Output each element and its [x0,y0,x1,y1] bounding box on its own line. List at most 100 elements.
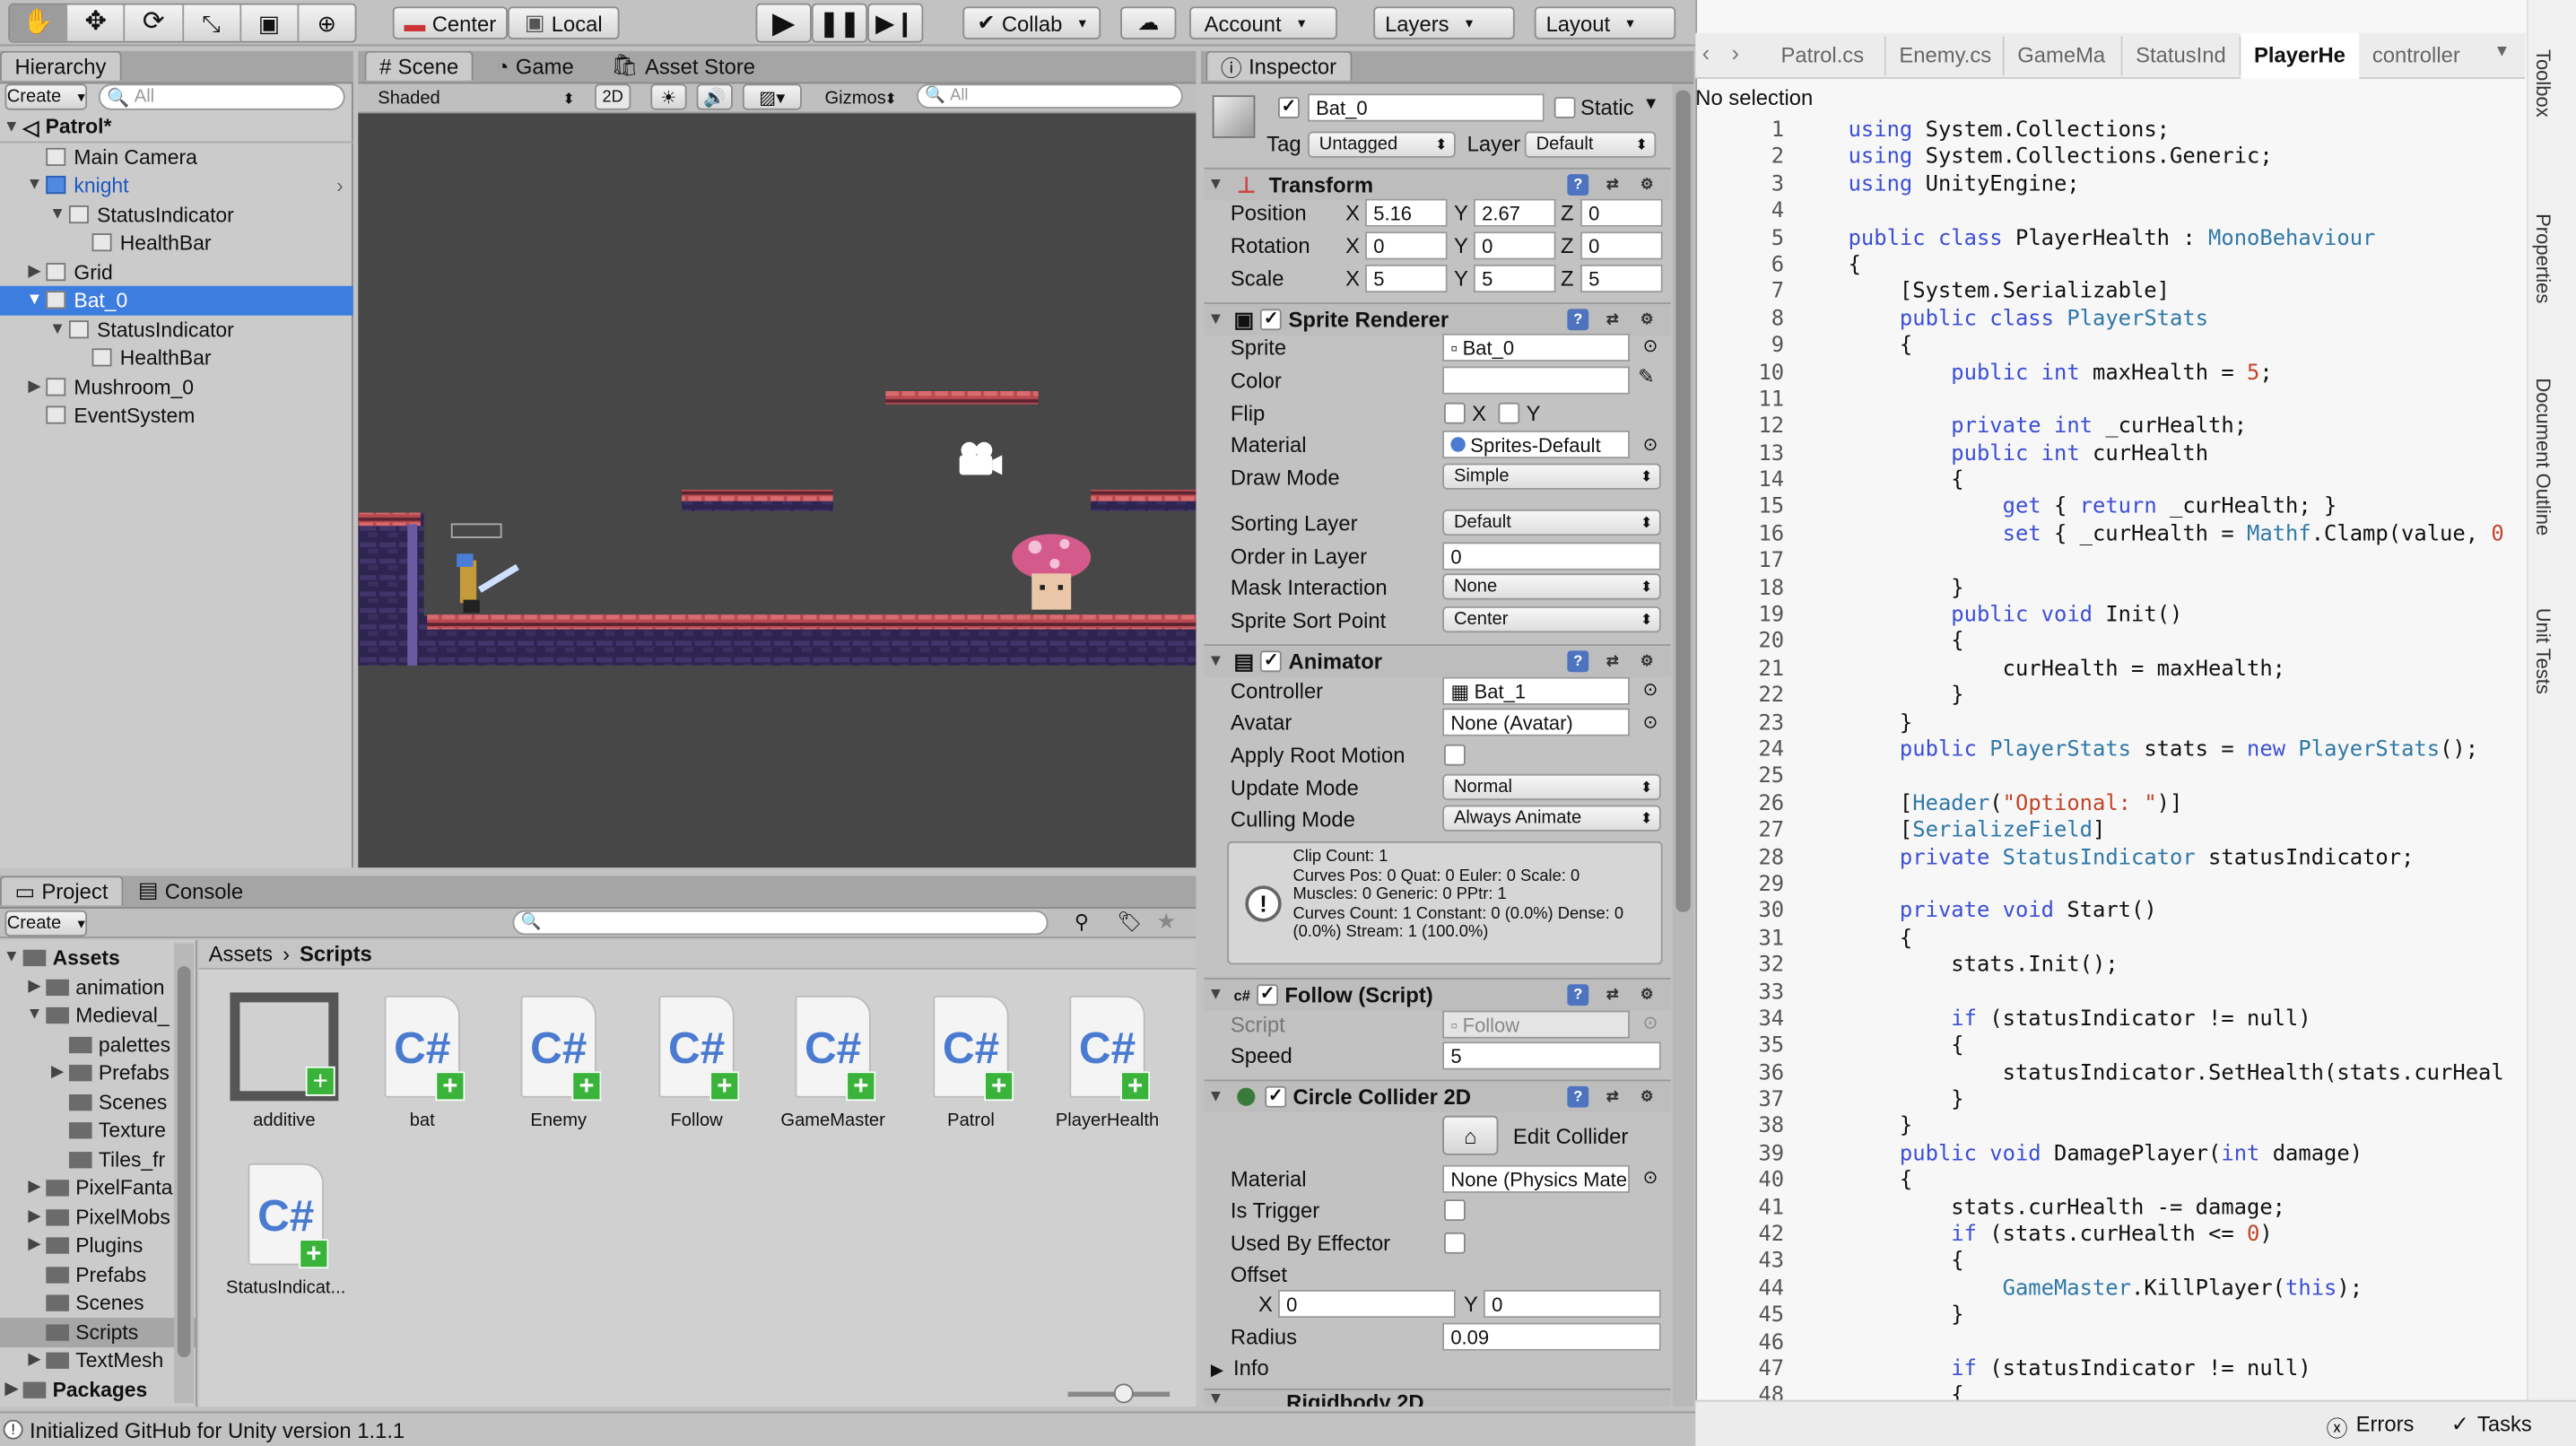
tab-hierarchy[interactable]: Hierarchy [0,50,121,81]
code-line[interactable]: 21 curHealth = maxHealth; [1758,657,2514,684]
asset-item[interactable]: + additive [219,992,351,1130]
breadcrumb-scripts[interactable]: Scripts [300,942,372,966]
help-icon[interactable]: ? [1567,1085,1589,1108]
code-line[interactable]: 8 public class PlayerStats [1758,307,2514,334]
code-line[interactable]: 24 public PlayerStats stats = new Player… [1758,737,2514,764]
code-line[interactable]: 27 [SerializeField] [1758,819,2514,846]
color-field[interactable] [1442,366,1630,395]
code-line[interactable]: 6{ [1758,253,2514,280]
enabled-checkbox[interactable]: ✓ [1260,309,1283,331]
help-icon[interactable]: ? [1567,309,1589,331]
preset-icon[interactable]: ⇄ [1602,1086,1623,1108]
pivot-local-button[interactable]: ▣ Local [507,6,620,39]
active-checkbox[interactable]: ✓ [1278,97,1300,118]
folder-row[interactable]: ▶ Packages [0,1375,196,1404]
code-line[interactable]: 9 { [1758,334,2514,361]
folder-row[interactable]: ▶ Prefabs [0,1058,196,1087]
tab-overflow-icon[interactable]: ▼ [2493,43,2510,61]
gear-icon[interactable]: ⚙ [1636,650,1658,672]
search-by-label-icon[interactable]: 🏷 [1118,910,1143,934]
scene-viewport[interactable] [358,113,1197,868]
tag-dropdown[interactable]: Untagged [1307,131,1456,158]
position-x-field[interactable]: 5.16 [1365,198,1448,227]
editor-tab[interactable]: Patrol.cs [1768,36,1886,76]
hierarchy-item[interactable]: HealthBar [0,229,353,257]
collab-button[interactable]: ✔ Collab [962,6,1101,39]
code-line[interactable]: 23 } [1758,710,2514,737]
hierarchy-item[interactable]: ▶ Mushroom_0 [0,373,353,402]
code-line[interactable]: 44 GameMaster.KillPlayer(this); [1758,1276,2514,1303]
sidebar-toolbox[interactable]: Toolbox [2532,49,2555,118]
lighting-toggle-icon[interactable]: ☀ [650,83,687,110]
info-foldout[interactable]: ▶ Info [1211,1355,1269,1380]
code-line[interactable]: 33 [1758,980,2514,1007]
asset-item[interactable]: C# + PlayerHealth [1041,996,1173,1130]
preset-icon[interactable]: ⇄ [1602,650,1623,672]
hierarchy-search-input[interactable]: 🔍 All [98,83,345,110]
culling-mode-dropdown[interactable]: Always Animate [1442,805,1661,832]
code-line[interactable]: 38 } [1758,1115,2514,1142]
code-line[interactable]: 46 [1758,1330,2514,1357]
code-line[interactable]: 28 private StatusIndicator statusIndicat… [1758,846,2514,873]
object-picker-icon[interactable]: ⊙ [1643,1167,1658,1188]
search-by-type-icon[interactable]: ⚲ [1075,910,1089,934]
hierarchy-item[interactable]: HealthBar [0,344,353,372]
account-dropdown[interactable]: Account [1189,6,1337,39]
rect-tool-icon[interactable]: ▣ [239,4,297,41]
pivot-center-button[interactable]: ▬ Center [392,6,508,39]
tab-inspector[interactable]: ⓘ Inspector [1205,50,1352,81]
used-by-effector-checkbox[interactable] [1444,1232,1466,1254]
object-picker-icon[interactable]: ⊙ [1643,434,1658,455]
help-icon[interactable]: ? [1567,650,1589,673]
sprite-field[interactable]: ▫ Bat_0 [1442,333,1630,362]
tasks-button[interactable]: ✓ Tasks [2451,1412,2532,1438]
code-line[interactable]: 2 using System.Collections.Generic; [1758,145,2514,172]
object-name-field[interactable]: Bat_0 [1307,93,1545,122]
rotation-x-field[interactable]: 0 [1365,231,1448,260]
mask-interaction-dropdown[interactable]: None [1442,573,1661,600]
folder-row[interactable]: palettes [0,1031,196,1059]
controller-field[interactable]: ▦ Bat_1 [1442,676,1630,705]
chevron-right-icon[interactable]: › [336,174,344,197]
hierarchy-item[interactable]: EventSystem [0,401,353,430]
folder-row[interactable]: ▼ Medieval_ [0,1001,196,1030]
code-line[interactable]: 17 [1758,549,2514,576]
tab-asset-store[interactable]: 🛍 Asset Store [598,51,769,81]
hierarchy-item[interactable]: ▼ StatusIndicator [0,200,353,229]
project-search-input[interactable]: 🔍 [512,910,1049,936]
effects-toggle-icon[interactable]: ▨▾ [742,83,802,110]
asset-item[interactable]: C# + Follow [631,996,762,1130]
transform-header[interactable]: ▼ ⊥ Transform? ⇄ ⚙ [1204,167,1671,201]
preset-icon[interactable]: ⇄ [1602,984,1623,1006]
gear-icon[interactable]: ⚙ [1636,174,1658,196]
step-button[interactable]: ▶❙ [867,3,924,43]
layout-dropdown[interactable]: Layout [1534,6,1676,39]
static-dropdown-icon[interactable]: ▼ [1643,95,1659,113]
speed-field[interactable]: 5 [1442,1041,1661,1070]
nav-forward-icon[interactable]: › [1732,39,1740,65]
collider-material-field[interactable]: None (Physics Mate [1442,1164,1630,1193]
2d-toggle[interactable]: 2D [595,83,631,110]
code-line[interactable]: 30 private void Start() [1758,900,2514,927]
tab-scene[interactable]: # Scene [364,50,474,81]
preset-icon[interactable]: ⇄ [1602,174,1623,196]
move-tool-icon[interactable]: ✥ [65,4,124,41]
material-field[interactable]: Sprites-Default [1442,430,1630,459]
cloud-button[interactable]: ☁ [1120,6,1177,39]
scale-y-field[interactable]: 5 [1473,264,1556,293]
update-mode-dropdown[interactable]: Normal [1442,773,1661,801]
layer-dropdown[interactable]: Default [1524,131,1657,158]
code-line[interactable]: 29 [1758,873,2514,900]
icon-size-slider[interactable] [1067,1383,1171,1404]
code-line[interactable]: 7 [System.Serializable] [1758,280,2514,307]
code-line[interactable]: 5 public class PlayerHealth : MonoBehavio… [1758,226,2514,253]
code-line[interactable]: 39 public void DamagePlayer(int damage) [1758,1142,2514,1169]
code-line[interactable]: 42 if (stats.curHealth <= 0) [1758,1223,2514,1250]
code-line[interactable]: 16 set { _curHealth = Mathf.Clamp(value,… [1758,522,2514,549]
apply-root-motion-checkbox[interactable] [1444,744,1466,766]
project-tree-scrollbar[interactable] [174,943,195,1404]
nav-back-icon[interactable]: ‹ [1702,39,1710,65]
scale-x-field[interactable]: 5 [1365,264,1448,293]
draw-mode-dropdown[interactable]: Simple [1442,463,1661,490]
code-line[interactable]: 3 using UnityEngine; [1758,172,2514,199]
